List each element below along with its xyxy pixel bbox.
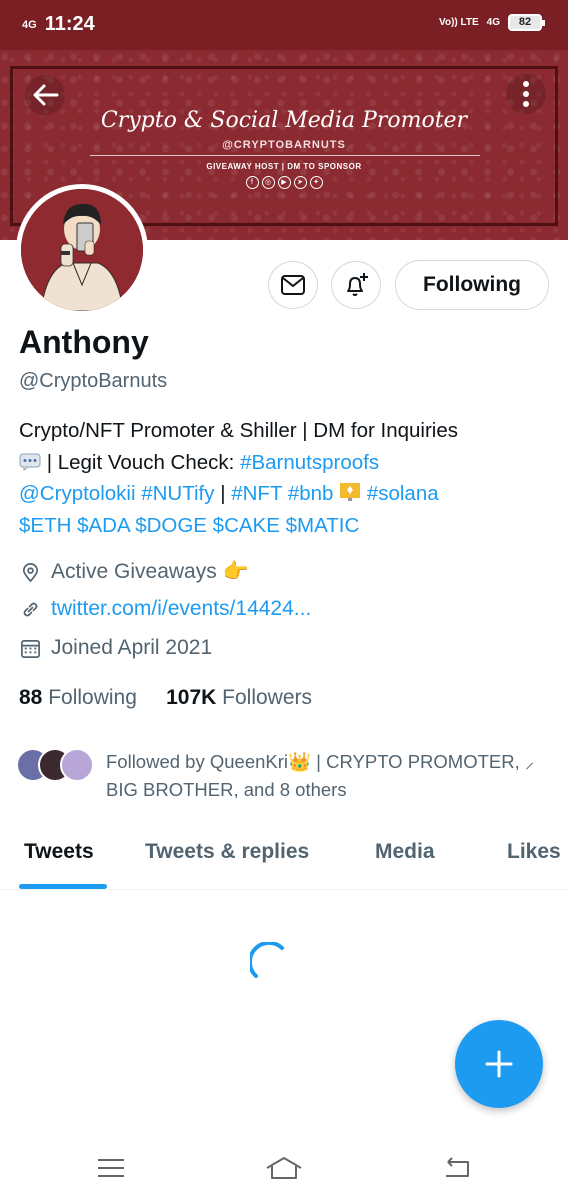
following-button[interactable]: Following (395, 260, 549, 310)
mention-cryptolokii-link[interactable]: @Cryptolokii (19, 482, 136, 505)
followers-label: Followers (222, 686, 313, 709)
tab-media[interactable]: Media (375, 840, 435, 864)
message-button[interactable] (268, 261, 318, 309)
return-icon (446, 1157, 469, 1177)
profile-handle: @CryptoBarnuts (19, 370, 168, 392)
banner-divider (90, 155, 480, 156)
bio-line-1: Crypto/NFT Promoter & Shiller | DM for I… (19, 419, 458, 442)
bio-separator: | (214, 482, 232, 505)
banner-title: Crypto & Social Media Promoter (100, 108, 468, 133)
menu-lines-icon (98, 1159, 124, 1177)
bio-vouch-text: | Legit Vouch Check: (41, 450, 241, 474)
clock: 11:24 (44, 13, 95, 35)
system-navigation-bar (0, 1140, 568, 1200)
hashtag-solana-link[interactable]: #solana (367, 482, 439, 505)
back-button[interactable] (20, 75, 70, 115)
bnb-coin-icon (339, 480, 361, 501)
followed-by-avatars[interactable] (16, 748, 94, 782)
followers-stat[interactable]: 107K Followers (166, 686, 312, 709)
back-arrow-icon (25, 75, 65, 115)
tab-tweets[interactable]: Tweets (24, 840, 94, 864)
calendar-icon (21, 639, 40, 658)
banner-subtitle: GIVEAWAY HOST | DM TO SPONSOR (206, 162, 362, 171)
following-label: Following (48, 686, 137, 709)
following-stat[interactable]: 88 Following (19, 686, 137, 709)
location-text: Active Giveaways 👉 (51, 560, 249, 583)
location-pin-icon (22, 562, 39, 582)
website-row[interactable]: twitter.com/i/events/14424... (20, 597, 311, 621)
bell-plus-icon (347, 273, 368, 296)
more-options-button[interactable] (506, 72, 546, 116)
more-vertical-icon (506, 74, 546, 114)
banner-handle: @CRYPTOBARNUTS (222, 139, 346, 151)
hashtag-nft-link[interactable]: #NFT (231, 482, 282, 505)
profile-bio: Crypto/NFT Promoter & Shiller | DM for I… (19, 415, 549, 541)
youtube-icon: ▶ (277, 176, 291, 189)
battery-icon: 82 (508, 14, 545, 31)
tab-tweets-replies[interactable]: Tweets & replies (145, 840, 309, 864)
recent-apps-button[interactable] (92, 1150, 132, 1186)
compose-tweet-button[interactable] (455, 1020, 543, 1108)
tab-likes[interactable]: Likes (507, 840, 561, 864)
profile-name: Anthony (19, 324, 149, 360)
home-icon (266, 1157, 302, 1179)
link-icon (23, 602, 38, 616)
twitter-icon: ✦ (309, 176, 323, 189)
hashtag-bnb-link[interactable]: #bnb (288, 482, 334, 505)
hashtag-nutify-link[interactable]: #NUTify (141, 482, 214, 505)
following-count: 88 (19, 686, 43, 709)
notifications-button[interactable] (331, 261, 381, 309)
plus-icon (485, 1050, 513, 1078)
speech-balloon-icon (19, 449, 41, 471)
instagram-icon: ◎ (261, 176, 275, 189)
location-row: Active Giveaways 👉 (20, 560, 249, 584)
profile-tabs: Tweets Tweets & replies Media Likes (0, 830, 568, 890)
system-back-button[interactable] (438, 1150, 478, 1186)
loading-spinner-icon (250, 942, 284, 978)
envelope-icon (281, 275, 305, 295)
active-tab-indicator (19, 884, 107, 889)
network-indicator-right: 4G (486, 17, 500, 28)
followers-count: 107K (166, 686, 217, 709)
facebook-icon: f (245, 176, 259, 189)
network-indicator: 4G (22, 18, 37, 31)
avatar[interactable] (16, 184, 148, 316)
avatar-image (21, 189, 143, 311)
home-button[interactable] (264, 1150, 304, 1186)
hashtag-barnutsproofs-link[interactable]: #Barnutsproofs (240, 451, 379, 474)
followed-by-text[interactable]: Followed by QueenKri👑 | CRYPTO PROMOTER,… (106, 748, 556, 804)
website-link[interactable]: twitter.com/i/events/14424... (51, 597, 311, 621)
follower-avatar (60, 748, 94, 782)
cashtags-links[interactable]: $ETH $ADA $DOGE $CAKE $MATIC (19, 514, 359, 537)
volte-indicator: Vo)) LTE (439, 17, 479, 28)
follow-stats: 88 Following 107K Followers (19, 686, 312, 710)
status-bar: 4G 11:24 Vo)) LTE 4G 82 (0, 0, 568, 50)
telegram-icon: ➤ (293, 176, 307, 189)
joined-text: Joined April 2021 (51, 636, 213, 659)
joined-row: Joined April 2021 (20, 636, 212, 660)
